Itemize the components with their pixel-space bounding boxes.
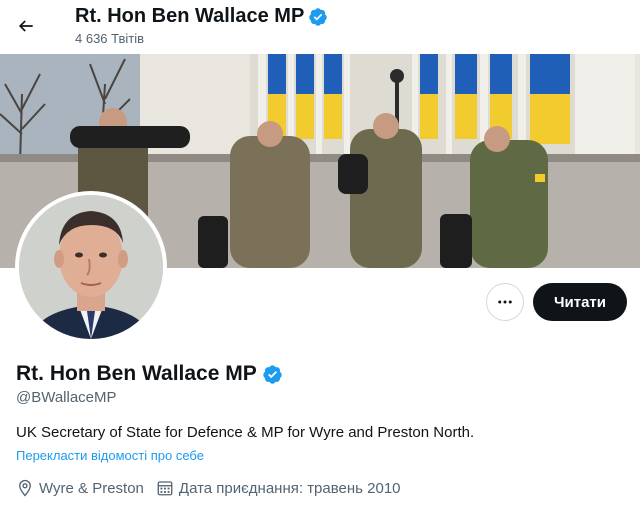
- more-options-button[interactable]: [486, 283, 524, 321]
- location-pin-icon: [19, 479, 31, 497]
- profile-meta: Wyre & Preston Дата приєднання: травень …: [16, 479, 413, 497]
- location-item: Wyre & Preston: [16, 479, 144, 497]
- follow-button[interactable]: Читати: [533, 283, 627, 321]
- tweet-count: 4 636 Твітів: [75, 31, 145, 46]
- back-button[interactable]: [8, 8, 44, 44]
- joined-text: Дата приєднання: травень 2010: [178, 479, 401, 497]
- calendar-icon: [157, 481, 173, 496]
- profile-bio: UK Secretary of State for Defence & MP f…: [16, 424, 475, 441]
- profile-avatar[interactable]: [15, 191, 167, 343]
- arrow-left-icon: [18, 20, 33, 32]
- display-name-text: Rt. Hon Ben Wallace MP: [16, 362, 257, 385]
- ellipsis-icon: [498, 300, 512, 304]
- avatar-photo: [19, 195, 163, 339]
- profile-page: Rt. Hon Ben Wallace MP 4 636 Твітів Чита…: [0, 0, 640, 515]
- header-title: Rt. Hon Ben Wallace MP: [75, 5, 328, 28]
- profile-handle: @BWallaceMP: [16, 389, 117, 406]
- joined-item: Дата приєднання: травень 2010: [156, 479, 401, 497]
- verified-badge-icon: [309, 7, 328, 26]
- verified-badge-icon: [263, 364, 282, 384]
- profile-display-name: Rt. Hon Ben Wallace MP: [16, 362, 283, 386]
- top-bar: Rt. Hon Ben Wallace MP 4 636 Твітів: [0, 0, 640, 54]
- translate-bio-link[interactable]: Перекласти відомості про себе: [16, 448, 204, 463]
- location-text: Wyre & Preston: [39, 479, 144, 497]
- header-title-text: Rt. Hon Ben Wallace MP: [75, 5, 305, 27]
